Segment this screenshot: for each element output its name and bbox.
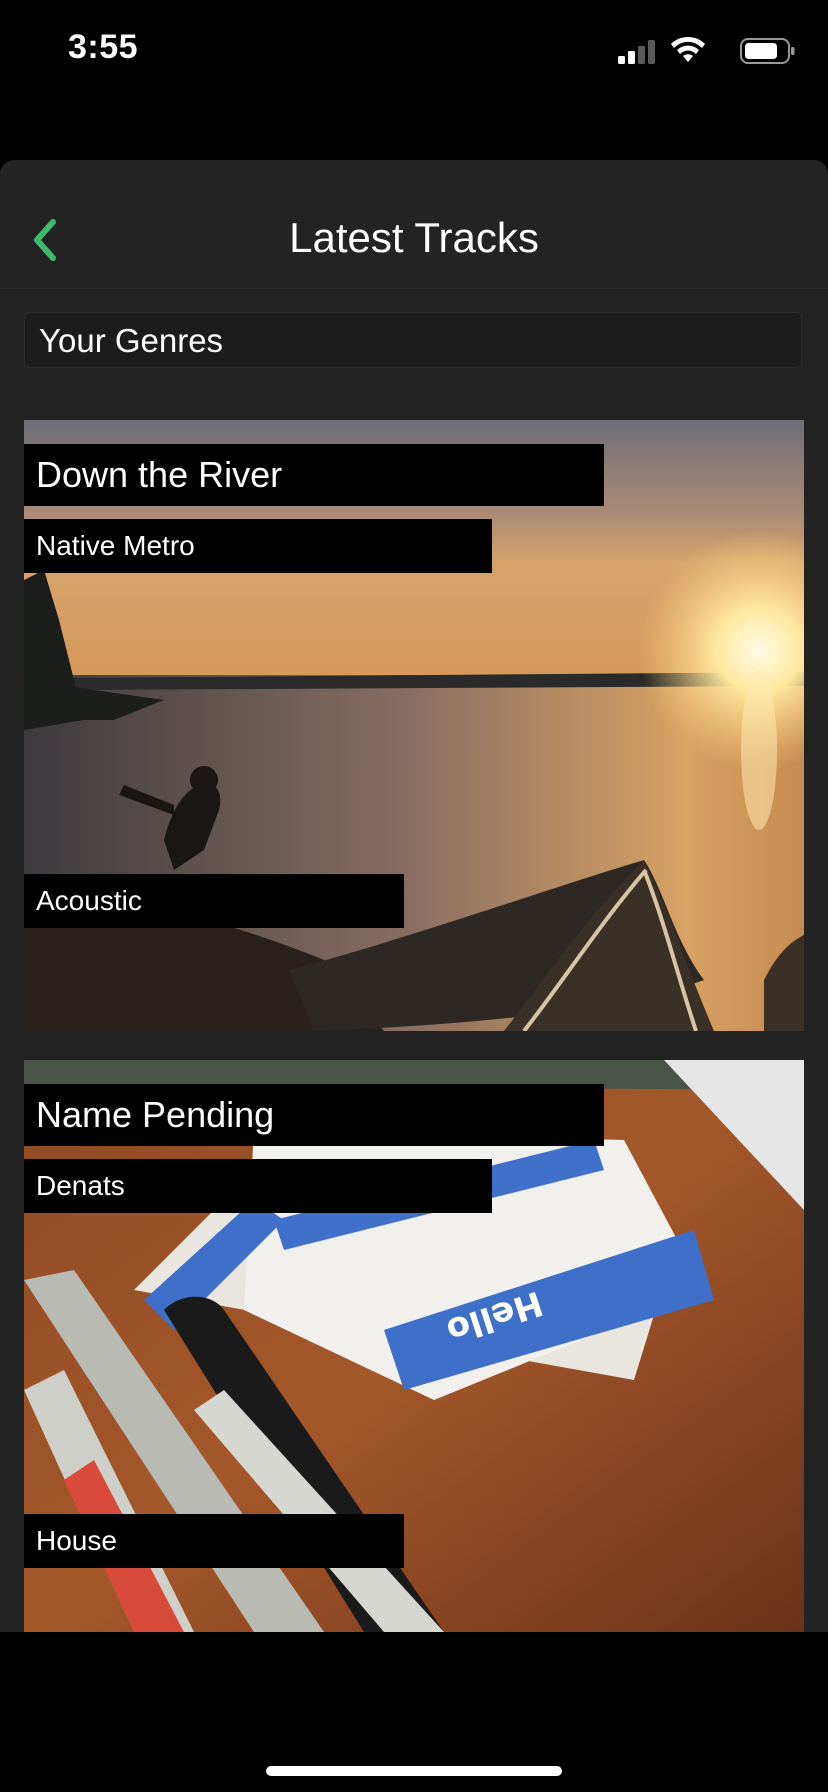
cellular-signal-icon <box>618 40 655 64</box>
battery-icon <box>740 38 795 64</box>
track-artist: Native Metro <box>24 519 492 573</box>
status-time: 3:55 <box>68 28 139 66</box>
track-card[interactable]: Hello Name Pending Denats House <box>24 1060 804 1632</box>
track-artist: Denats <box>24 1159 492 1213</box>
home-indicator[interactable] <box>266 1766 562 1776</box>
page-title: Latest Tracks <box>289 214 539 261</box>
track-genre: House <box>24 1514 404 1568</box>
status-icons <box>596 36 796 66</box>
track-card[interactable]: Down the River Native Metro Acoustic <box>24 420 804 1031</box>
wifi-icon <box>671 36 705 62</box>
track-title: Down the River <box>24 444 604 506</box>
track-artwork-lake-sunset <box>24 420 804 1031</box>
your-genres-selector[interactable]: Your Genres <box>24 312 802 368</box>
nav-bar: Latest Tracks <box>0 160 828 289</box>
status-bar: 3:55 <box>0 0 828 100</box>
tracks-sheet: Latest Tracks Your Genres Down the River… <box>0 160 828 1632</box>
track-genre: Acoustic <box>24 874 404 928</box>
track-title: Name Pending <box>24 1084 604 1146</box>
